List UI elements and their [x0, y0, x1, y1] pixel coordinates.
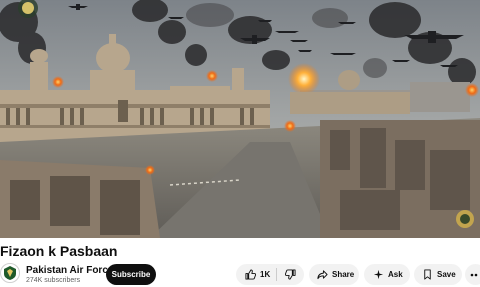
- share-button[interactable]: Share: [309, 264, 359, 285]
- channel-name[interactable]: Pakistan Air Force: [26, 265, 113, 276]
- video-player[interactable]: [0, 0, 480, 238]
- channel-avatar[interactable]: [0, 263, 20, 283]
- thumbs-up-icon: [245, 269, 256, 280]
- more-dots-icon: [470, 273, 478, 276]
- share-label: Share: [332, 270, 355, 279]
- owner-row: Pakistan Air Force 274K subscribers Subs…: [0, 262, 480, 287]
- like-count: 1K: [260, 270, 271, 279]
- subscriber-count: 274K subscribers: [26, 277, 81, 284]
- video-frame: [0, 0, 480, 238]
- save-button[interactable]: Save: [414, 264, 462, 285]
- like-button[interactable]: 1K: [236, 264, 276, 285]
- air-force-crest-icon: [4, 266, 16, 280]
- video-title: Fizaon k Pasbaan: [0, 243, 118, 259]
- ask-label: Ask: [388, 270, 403, 279]
- share-arrow-icon: [317, 270, 328, 280]
- subscribe-button[interactable]: Subscribe: [106, 264, 156, 285]
- like-dislike-group: 1K: [236, 264, 304, 285]
- ask-button[interactable]: Ask: [364, 264, 410, 285]
- more-actions-button[interactable]: [465, 264, 480, 285]
- thumbs-down-icon: [285, 269, 296, 280]
- dislike-button[interactable]: [277, 264, 304, 285]
- bookmark-icon: [424, 269, 431, 280]
- save-label: Save: [437, 270, 456, 279]
- sparkle-icon: [373, 269, 384, 280]
